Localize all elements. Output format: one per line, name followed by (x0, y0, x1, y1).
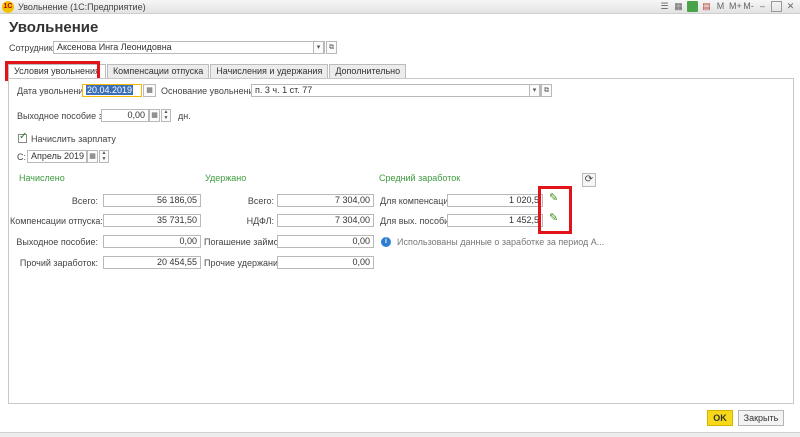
basis-open-icon[interactable]: ⧉ (541, 84, 552, 97)
memory-mminus-icon[interactable]: M- (743, 1, 754, 12)
memory-mplus-icon[interactable]: M+ (729, 1, 742, 12)
back-icon[interactable]: ☰ (659, 1, 670, 12)
withheld-total-value[interactable]: 7 304,00 (277, 194, 374, 207)
income-tax-label: НДФЛ: (246, 216, 274, 226)
withheld-total-label: Всего: (247, 196, 274, 206)
other-deductions-value[interactable]: 0,00 (277, 256, 374, 269)
basis-field[interactable]: п. 3 ч. 1 ст. 77 (251, 84, 541, 97)
calendar-icon[interactable] (687, 1, 698, 12)
status-bar (0, 432, 800, 437)
accrued-total-value[interactable]: 56 186,05 (103, 194, 201, 207)
vacation-compensation-label: Компенсации отпуска: (10, 216, 103, 226)
minimize-icon[interactable]: – (757, 1, 768, 12)
other-deductions-label: Прочие удержания: (204, 258, 286, 268)
accrued-total-label: Всего: (71, 196, 98, 206)
title-bar: 1С Увольнение (1С:Предприятие) ☰ ▦ ▤ M M… (0, 0, 800, 14)
dismissal-date-label: Дата увольнения: (17, 86, 91, 96)
severance-calc-icon[interactable]: ▦ (149, 109, 160, 122)
stepper-down-icon[interactable]: ▼ (162, 115, 170, 122)
employee-label: Сотрудник: (9, 43, 56, 53)
month-stepper[interactable]: ▲ ▼ (99, 150, 109, 163)
loan-repayment-label: Погашение займов: (204, 237, 286, 247)
loan-repayment-value[interactable]: 0,00 (277, 235, 374, 248)
restore-icon[interactable] (771, 1, 782, 12)
info-icon: i (381, 237, 391, 247)
pencil-highlight-box (538, 186, 572, 234)
dismissal-window: 1С Увольнение (1С:Предприятие) ☰ ▦ ▤ M M… (0, 0, 800, 437)
avg-severance-label: Для вых. пособия: (380, 216, 457, 226)
employee-dropdown-icon[interactable]: ▾ (313, 41, 324, 54)
severance-label: Выходное пособие за: (17, 111, 111, 121)
save-icon[interactable]: ▦ (673, 1, 684, 12)
window-title: Увольнение (1С:Предприятие) (18, 2, 146, 12)
close-button[interactable]: Закрыть (738, 410, 784, 426)
severance-unit: дн. (178, 111, 191, 121)
vacation-compensation-value[interactable]: 35 731,50 (103, 214, 201, 227)
dismissal-date-value: 20.04.2019 (86, 85, 134, 95)
basis-dropdown-icon[interactable]: ▾ (529, 84, 540, 97)
other-earnings-value[interactable]: 20 454,55 (103, 256, 201, 269)
calc-icon[interactable]: ▤ (701, 1, 712, 12)
month-picker-icon[interactable]: ▦ (87, 150, 98, 163)
accrued-header: Начислено (19, 173, 65, 183)
severance-pay-label: Выходное пособие: (16, 237, 98, 247)
average-earnings-header: Средний заработок (379, 173, 461, 183)
month-down-icon[interactable]: ▼ (100, 156, 108, 163)
avg-compensation-value[interactable]: 1 020,5 (447, 194, 543, 207)
from-label: С: (17, 152, 26, 162)
tab-accruals-deductions[interactable]: Начисления и удержания (210, 64, 329, 78)
avg-severance-value[interactable]: 1 452,5 (447, 214, 543, 227)
refresh-icon[interactable]: ⟳ (582, 173, 596, 187)
basis-label: Основание увольнения: (161, 86, 261, 96)
accrue-salary-checkbox[interactable] (18, 131, 27, 143)
title-bar-icons: ☰ ▦ ▤ M M+ M- – ✕ (659, 1, 796, 13)
tab-additional[interactable]: Дополнительно (329, 64, 407, 78)
employee-open-icon[interactable]: ⧉ (326, 41, 337, 54)
close-icon[interactable]: ✕ (785, 1, 796, 12)
app-logo-icon: 1С (2, 1, 14, 13)
accrue-salary-label[interactable]: Начислить зарплату (31, 133, 116, 145)
employee-field[interactable]: Аксенова Инга Леонидовна (53, 41, 325, 54)
earnings-period-info[interactable]: Использованы данные о заработке за перио… (397, 236, 604, 248)
tab-vacation-compensation[interactable]: Компенсации отпуска (106, 64, 210, 78)
severance-stepper[interactable]: ▲ ▼ (161, 109, 171, 122)
dismissal-date-field[interactable]: 20.04.2019 (82, 84, 142, 97)
ok-button[interactable]: OK (707, 410, 733, 426)
page-title: Увольнение (9, 19, 99, 36)
severance-pay-value[interactable]: 0,00 (103, 235, 201, 248)
other-earnings-label: Прочий заработок: (19, 258, 98, 268)
withheld-header: Удержано (205, 173, 247, 183)
memory-m-icon[interactable]: M (715, 1, 726, 12)
calendar-picker-icon[interactable]: ▦ (143, 84, 156, 97)
avg-compensation-label: Для компенсаций: (380, 196, 457, 206)
income-tax-value[interactable]: 7 304,00 (277, 214, 374, 227)
from-month-field[interactable]: Апрель 2019 (27, 150, 87, 163)
severance-days-field[interactable]: 0,00 (101, 109, 149, 122)
